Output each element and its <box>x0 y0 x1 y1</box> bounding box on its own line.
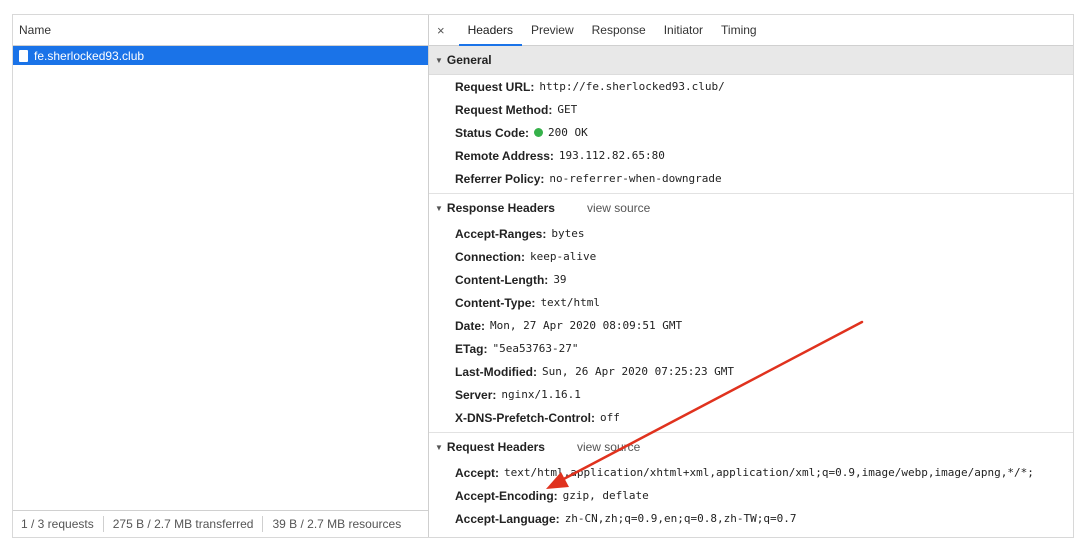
header-row: Content-Type: text/html <box>429 291 1073 314</box>
header-key: Remote Address: <box>455 148 554 163</box>
view-source-link[interactable]: view source <box>587 201 650 215</box>
name-column-label: Name <box>19 23 52 37</box>
header-key: X-DNS-Prefetch-Control: <box>455 410 595 425</box>
header-row: Remote Address: 193.112.82.65:80 <box>429 144 1073 167</box>
header-value: keep-alive <box>530 250 597 263</box>
header-key: Content-Type: <box>455 295 536 310</box>
close-icon[interactable]: × <box>437 15 445 45</box>
general-section: ▼ General Request URL: http://fe.sherloc… <box>429 46 1073 194</box>
header-key: Accept: <box>455 465 500 480</box>
network-status-bar: 1 / 3 requests 275 B / 2.7 MB transferre… <box>13 510 428 537</box>
header-value: nginx/1.16.1 <box>501 388 581 401</box>
header-row: Accept-Encoding: gzip, deflate <box>429 484 1073 507</box>
header-key: Status Code: <box>455 125 530 140</box>
request-name: fe.sherlocked93.club <box>34 48 145 63</box>
header-value: 193.112.82.65:80 <box>558 149 665 162</box>
response-headers-title: Response Headers <box>446 201 555 215</box>
header-value: zh-CN,zh;q=0.9,en;q=0.8,zh-TW;q=0.7 <box>564 512 797 525</box>
header-row: Content-Length: 39 <box>429 268 1073 291</box>
header-key: Server: <box>455 387 497 402</box>
header-row: Accept-Language: zh-CN,zh;q=0.9,en;q=0.8… <box>429 507 1073 530</box>
tab-response[interactable]: Response <box>583 15 655 45</box>
general-title: General <box>446 53 492 67</box>
header-value: 200 OK <box>548 126 588 139</box>
header-key: Last-Modified: <box>455 364 537 379</box>
header-value: Sun, 26 Apr 2020 07:25:23 GMT <box>542 365 735 378</box>
devtools-network-panel: Name fe.sherlocked93.club 1 / 3 requests… <box>12 14 1074 538</box>
name-column-header[interactable]: Name <box>13 15 428 46</box>
document-icon <box>19 49 28 62</box>
header-value: text/html,application/xhtml+xml,applicat… <box>504 466 1034 479</box>
header-row: Accept-Ranges: bytes <box>429 222 1073 245</box>
request-details-pane: × Headers Preview Response Initiator Tim… <box>429 15 1073 537</box>
header-key: Accept-Language: <box>455 511 560 526</box>
request-headers-section: ▼ Request Headers view source Accept: te… <box>429 433 1073 533</box>
request-count: 1 / 3 requests <box>13 516 104 532</box>
header-key: Referrer Policy: <box>455 171 545 186</box>
header-key: ETag: <box>455 341 488 356</box>
header-value: text/html <box>540 296 601 309</box>
tab-timing[interactable]: Timing <box>712 15 766 45</box>
response-headers-header[interactable]: ▼ Response Headers view source <box>429 194 1073 222</box>
header-value: "5ea53763-27" <box>492 342 579 355</box>
header-value: 39 <box>553 273 567 286</box>
tab-headers[interactable]: Headers <box>458 15 523 46</box>
response-headers-section: ▼ Response Headers view source Accept-Ra… <box>429 194 1073 433</box>
request-row-selected[interactable]: fe.sherlocked93.club <box>13 46 428 65</box>
header-row: Last-Modified: Sun, 26 Apr 2020 07:25:23… <box>429 360 1073 383</box>
transferred-size: 275 B / 2.7 MB transferred <box>104 516 264 532</box>
header-key: Content-Length: <box>455 272 549 287</box>
header-key: Date: <box>455 318 486 333</box>
header-key: Accept-Ranges: <box>455 226 547 241</box>
header-value: Mon, 27 Apr 2020 08:09:51 GMT <box>490 319 683 332</box>
details-tab-bar: × Headers Preview Response Initiator Tim… <box>429 15 1073 46</box>
tab-initiator[interactable]: Initiator <box>655 15 712 45</box>
header-row: Status Code: 200 OK <box>429 121 1073 144</box>
expand-triangle-icon: ▼ <box>435 203 443 213</box>
header-row: X-DNS-Prefetch-Control: off <box>429 406 1073 429</box>
header-value: bytes <box>551 227 585 240</box>
request-list-pane: Name fe.sherlocked93.club 1 / 3 requests… <box>13 15 429 537</box>
header-row: Connection: keep-alive <box>429 245 1073 268</box>
header-row: Server: nginx/1.16.1 <box>429 383 1073 406</box>
header-value: GET <box>557 103 578 116</box>
view-source-link[interactable]: view source <box>577 440 640 454</box>
header-row: Date: Mon, 27 Apr 2020 08:09:51 GMT <box>429 314 1073 337</box>
header-key: Connection: <box>455 249 525 264</box>
expand-triangle-icon: ▼ <box>435 55 443 65</box>
status-ok-icon <box>534 128 544 137</box>
header-row: ETag: "5ea53763-27" <box>429 337 1073 360</box>
header-key: Request URL: <box>455 79 535 94</box>
header-value: gzip, deflate <box>562 489 649 502</box>
header-row: Request URL: http://fe.sherlocked93.club… <box>429 75 1073 98</box>
header-key: Request Method: <box>455 102 553 117</box>
header-value: http://fe.sherlocked93.club/ <box>539 80 725 93</box>
tab-preview[interactable]: Preview <box>522 15 583 45</box>
header-value: no-referrer-when-downgrade <box>549 172 722 185</box>
header-value: off <box>600 411 620 424</box>
resources-size: 39 B / 2.7 MB resources <box>272 517 402 531</box>
header-row: Request Method: GET <box>429 98 1073 121</box>
header-row: Accept: text/html,application/xhtml+xml,… <box>429 461 1073 484</box>
header-row: Referrer Policy: no-referrer-when-downgr… <box>429 167 1073 190</box>
header-key: Accept-Encoding: <box>455 488 558 503</box>
general-section-header[interactable]: ▼ General <box>429 46 1073 75</box>
request-headers-title: Request Headers <box>446 440 545 454</box>
request-headers-header[interactable]: ▼ Request Headers view source <box>429 433 1073 461</box>
expand-triangle-icon: ▼ <box>435 442 443 452</box>
